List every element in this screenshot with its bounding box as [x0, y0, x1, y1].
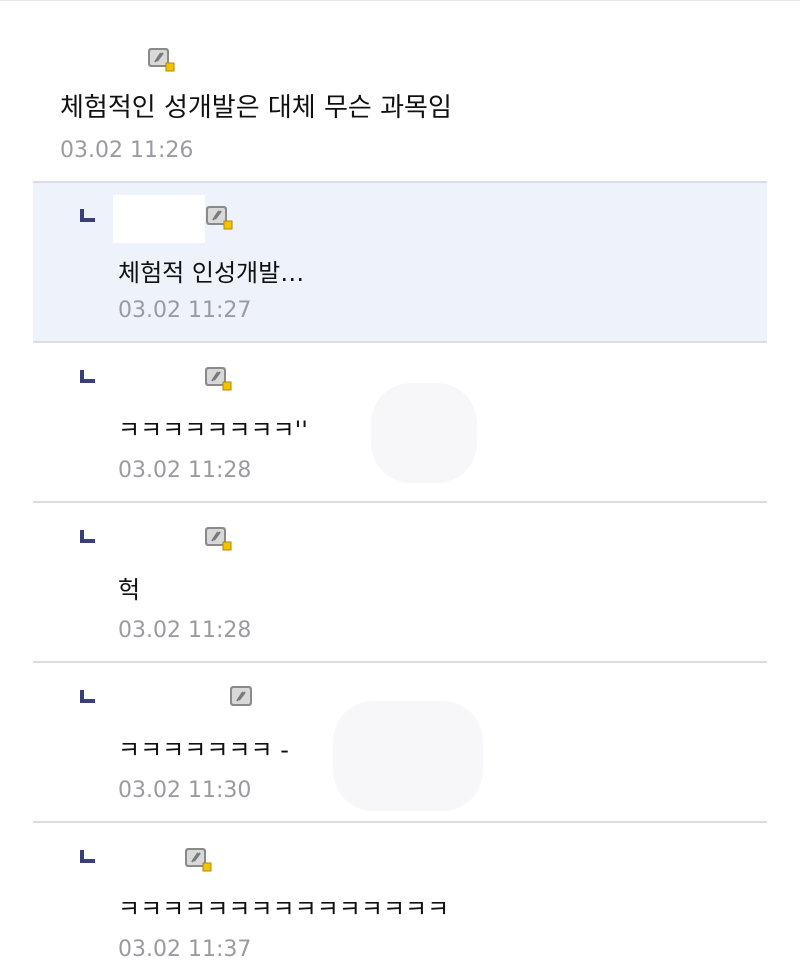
- member-level-icon: [205, 205, 233, 230]
- reply-arrow-icon: [80, 530, 95, 543]
- reply-arrow-icon: [80, 850, 95, 863]
- member-level-icon: [204, 526, 232, 551]
- comment-text: 체험적인 성개발은 대체 무슨 과목임: [60, 93, 452, 123]
- comment-time: 03.02 11:27: [118, 298, 252, 323]
- comment-text: 체험적 인성개발…: [118, 259, 305, 287]
- reply-item[interactable]: 헉 03.02 11:28: [33, 501, 767, 662]
- comment-text: ㅋㅋㅋㅋㅋㅋㅋ -: [118, 736, 289, 764]
- comment-text: ㅋㅋㅋㅋㅋㅋㅋㅋㅋㅋㅋㅋㅋㅋㅋ: [118, 895, 450, 923]
- nickname-redacted: [113, 195, 205, 243]
- member-level-icon: [204, 366, 232, 391]
- nickname-redacted: [113, 359, 199, 407]
- blurred-sticker: [333, 701, 483, 811]
- comment-time: 03.02 11:26: [60, 138, 194, 163]
- reply-item[interactable]: ㅋㅋㅋㅋㅋㅋㅋ - 03.02 11:30: [33, 661, 767, 822]
- comment-time: 03.02 11:30: [118, 778, 252, 803]
- member-level-icon: [229, 685, 257, 710]
- nickname-redacted: [113, 675, 223, 723]
- reply-arrow-icon: [80, 690, 95, 703]
- comment-time: 03.02 11:28: [118, 458, 252, 483]
- blurred-sticker: [371, 383, 477, 483]
- nickname-redacted: [113, 839, 177, 887]
- reply-item[interactable]: ㅋㅋㅋㅋㅋㅋㅋㅋㅋㅋㅋㅋㅋㅋㅋ 03.02 11:37: [33, 821, 767, 969]
- reply-arrow-icon: [80, 209, 95, 222]
- reply-item[interactable]: 체험적 인성개발… 03.02 11:27: [33, 181, 767, 342]
- comment-time: 03.02 11:37: [118, 937, 252, 962]
- nickname-redacted: [113, 519, 193, 567]
- main-comment: 체험적인 성개발은 대체 무슨 과목임 03.02 11:26: [0, 0, 800, 182]
- comment-time: 03.02 11:28: [118, 618, 252, 643]
- reply-item[interactable]: ㅋㅋㅋㅋㅋㅋㅋㅋ'''ㅂ' - 03.02 11:28: [33, 341, 767, 502]
- redaction-mask: [310, 406, 360, 446]
- member-level-icon: [184, 847, 212, 872]
- comment-text: 헉: [118, 576, 141, 604]
- reply-arrow-icon: [80, 370, 95, 383]
- member-level-icon: [147, 47, 175, 72]
